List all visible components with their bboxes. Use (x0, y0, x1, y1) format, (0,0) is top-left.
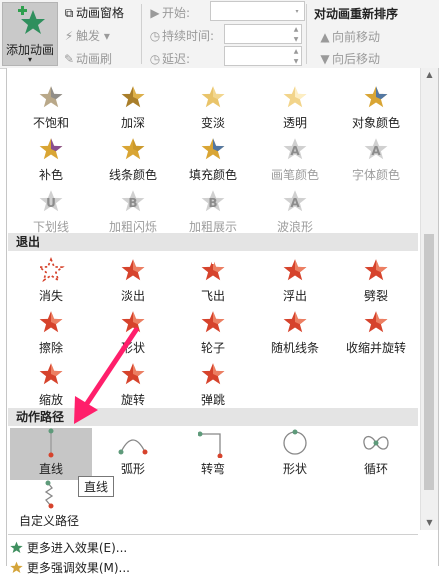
annotation-arrow-icon (74, 327, 139, 424)
